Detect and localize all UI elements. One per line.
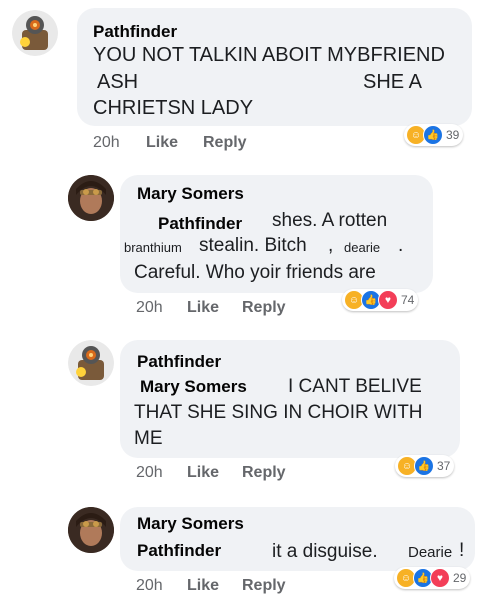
comment-author[interactable]: Pathfinder <box>137 352 221 372</box>
comment-text-line: CHRIETSN LADY <box>93 97 254 119</box>
avatar-pathfinder[interactable] <box>68 340 114 386</box>
comment-author[interactable]: Pathfinder <box>93 22 177 42</box>
comment-text-line: , <box>328 235 334 256</box>
reaction-count: 29 <box>453 571 467 585</box>
comment-text-line: I CANT BELIVE <box>288 376 422 397</box>
woman-avatar-icon <box>68 175 114 221</box>
comment-text-line: . <box>398 235 404 256</box>
mention-tag[interactable]: Pathfinder <box>158 214 242 234</box>
reply-button[interactable]: Reply <box>242 299 286 317</box>
comment-text-line: dearie <box>344 240 381 255</box>
reaction-summary[interactable]: ☺ 👍 37 <box>395 455 455 477</box>
comment-text-line: ! <box>459 540 465 561</box>
like-reaction-icon: 👍 <box>423 125 443 145</box>
comment-author[interactable]: Mary Somers <box>137 514 244 534</box>
reaction-count: 39 <box>446 128 460 142</box>
mention-tag[interactable]: Pathfinder <box>137 541 221 561</box>
reaction-summary[interactable]: ☺ 👍 ♥ 29 <box>394 567 471 589</box>
avatar-pathfinder[interactable] <box>12 10 58 56</box>
reaction-count: 37 <box>437 459 451 473</box>
love-reaction-icon: ♥ <box>430 568 450 588</box>
avatar-mary-somers[interactable] <box>68 175 114 221</box>
comment-text-line: ASH <box>97 71 139 93</box>
reaction-summary[interactable]: ☺ 👍 ♥ 74 <box>342 289 419 311</box>
comment-text-line: shes. A rotten <box>272 210 388 231</box>
like-button[interactable]: Like <box>146 134 178 152</box>
comment-text-line: Careful. Who yoir friends are <box>134 262 376 283</box>
like-button[interactable]: Like <box>187 464 219 482</box>
comment-text-line: YOU NOT TALKIN ABOIT MYBFRIEND <box>93 44 445 66</box>
reply-button[interactable]: Reply <box>242 464 286 482</box>
comment-time: 20h <box>136 299 163 316</box>
comment-text-line: THAT SHE SING IN CHOIR WITH <box>134 402 423 423</box>
like-button[interactable]: Like <box>187 299 219 317</box>
reply-button[interactable]: Reply <box>242 577 286 595</box>
comment-text-line: ME <box>134 428 163 449</box>
robot-avatar-icon <box>12 10 58 56</box>
robot-avatar-icon <box>68 340 114 386</box>
love-reaction-icon: ♥ <box>378 290 398 310</box>
reply-button[interactable]: Reply <box>203 134 247 152</box>
comment-text-line: it a disguise. <box>272 541 378 562</box>
comment-text-line: branthium <box>124 240 182 255</box>
comment-time: 20h <box>136 464 163 481</box>
reaction-summary[interactable]: ☺ 👍 39 <box>404 124 464 146</box>
comment-author[interactable]: Mary Somers <box>137 184 244 204</box>
comment-time: 20h <box>136 577 163 594</box>
comment-text-line: SHE A <box>363 71 422 93</box>
woman-avatar-icon <box>68 507 114 553</box>
like-button[interactable]: Like <box>187 577 219 595</box>
comment-text-line: stealin. Bitch <box>199 235 307 256</box>
mention-tag[interactable]: Mary Somers <box>140 377 247 397</box>
reaction-count: 74 <box>401 293 415 307</box>
like-reaction-icon: 👍 <box>414 456 434 476</box>
comment-time: 20h <box>93 134 120 151</box>
comment-text-line: Dearie <box>408 544 453 561</box>
avatar-mary-somers[interactable] <box>68 507 114 553</box>
